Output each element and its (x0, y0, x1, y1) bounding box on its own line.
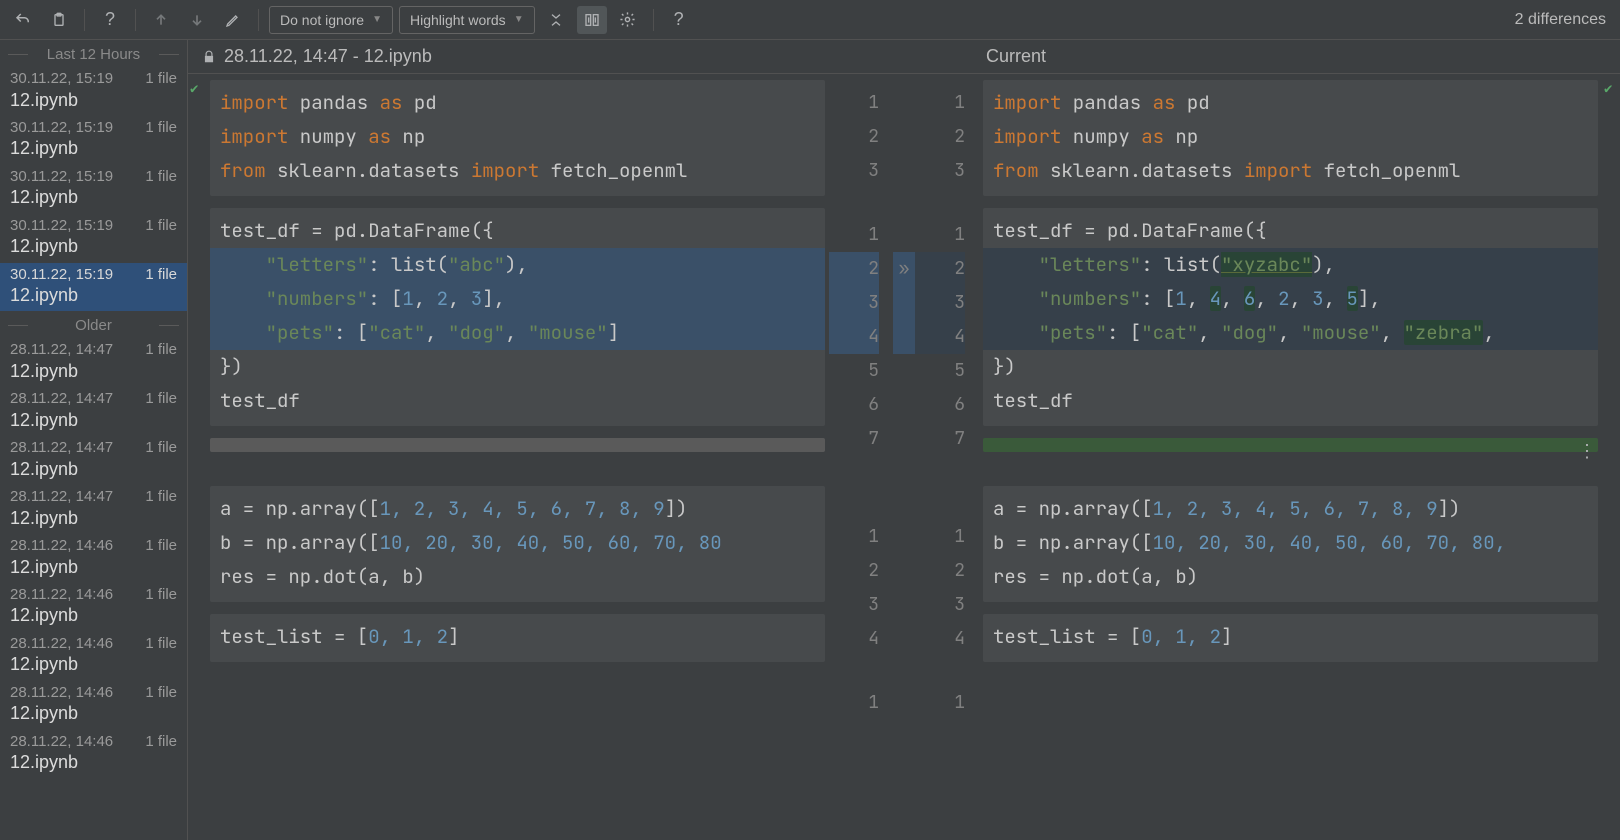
highlight-dropdown-label: Highlight words (410, 12, 506, 28)
diff-count: 2 differences (1515, 11, 1612, 29)
gear-icon[interactable] (613, 6, 643, 34)
separator (135, 9, 136, 31)
code-cell: import pandas as pd import numpy as np f… (210, 80, 825, 196)
right-pane-title: Current (986, 46, 1046, 66)
sidebar-header-older: Older (0, 311, 187, 338)
sidebar-header-recent: Last 12 Hours (0, 40, 187, 67)
undo-icon[interactable] (8, 6, 38, 34)
toolbar: ? Do not ignore ▼ Highlight words ▼ (0, 0, 1620, 40)
help-icon[interactable]: ? (664, 6, 694, 34)
code-cell: import pandas as pd import numpy as np f… (983, 80, 1598, 196)
collapse-icon[interactable] (541, 6, 571, 34)
code-cell: test_list = [0, 1, 2] (983, 614, 1598, 662)
lock-icon (202, 50, 216, 64)
code-cell: a = np.array([1, 2, 3, 4, 5, 6, 7, 8, 9]… (210, 486, 825, 602)
separator (258, 9, 259, 31)
history-item[interactable]: 28.11.22, 14:461 file12.ipynb (0, 681, 187, 730)
paste-icon[interactable] (44, 6, 74, 34)
code-cell: test_df = pd.DataFrame({ "letters": list… (983, 208, 1598, 426)
sync-scroll-icon[interactable] (577, 6, 607, 34)
cell-output-bar (210, 438, 825, 452)
separator (84, 9, 85, 31)
history-item[interactable]: 30.11.22, 15:191 file12.ipynb (0, 165, 187, 214)
right-line-gutter: 1 2 3 1 2 3 4 5 6 7 1 2 3 (915, 74, 979, 720)
history-item[interactable]: 28.11.22, 14:471 file12.ipynb (0, 436, 187, 485)
cell-output-bar (983, 438, 1598, 452)
edit-icon[interactable] (218, 6, 248, 34)
history-item[interactable]: 28.11.22, 14:461 file12.ipynb (0, 730, 187, 779)
diff-action-gutter: » (893, 74, 915, 720)
left-line-gutter: 1 2 3 1 2 3 4 5 6 7 1 2 3 (829, 74, 893, 720)
history-item[interactable]: 28.11.22, 14:471 file12.ipynb (0, 387, 187, 436)
history-item[interactable]: 30.11.22, 15:191 file12.ipynb (0, 263, 187, 312)
help-icon[interactable]: ? (95, 6, 125, 34)
history-item[interactable]: 28.11.22, 14:461 file12.ipynb (0, 632, 187, 681)
chevron-down-icon: ▼ (372, 14, 382, 25)
next-diff-icon[interactable] (182, 6, 212, 34)
history-item[interactable]: 30.11.22, 15:191 file12.ipynb (0, 67, 187, 116)
code-cell: test_list = [0, 1, 2] (210, 614, 825, 662)
left-pane-title: 28.11.22, 14:47 - 12.ipynb (224, 46, 432, 67)
history-item[interactable]: 28.11.22, 14:461 file12.ipynb (0, 534, 187, 583)
code-cell: a = np.array([1, 2, 3, 4, 5, 6, 7, 8, 9]… (983, 486, 1598, 602)
history-sidebar: Last 12 Hours 30.11.22, 15:191 file12.ip… (0, 40, 188, 840)
history-item[interactable]: 28.11.22, 14:461 file12.ipynb (0, 583, 187, 632)
history-item[interactable]: 28.11.22, 14:471 file12.ipynb (0, 485, 187, 534)
apply-diff-icon[interactable]: » (899, 257, 910, 280)
right-status-margin: ✔ (1602, 74, 1620, 720)
ignore-dropdown[interactable]: Do not ignore ▼ (269, 6, 393, 34)
highlight-dropdown[interactable]: Highlight words ▼ (399, 6, 535, 34)
separator (653, 9, 654, 31)
check-icon: ✔ (188, 74, 206, 104)
ignore-dropdown-label: Do not ignore (280, 12, 364, 28)
history-item[interactable]: 30.11.22, 15:191 file12.ipynb (0, 116, 187, 165)
pane-headers: 28.11.22, 14:47 - 12.ipynb Current (188, 40, 1620, 74)
prev-diff-icon[interactable] (146, 6, 176, 34)
history-item[interactable]: 30.11.22, 15:191 file12.ipynb (0, 214, 187, 263)
history-item[interactable]: 28.11.22, 14:471 file12.ipynb (0, 338, 187, 387)
left-code-pane[interactable]: import pandas as pd import numpy as np f… (206, 74, 829, 720)
chevron-down-icon: ▼ (514, 14, 524, 25)
code-cell: test_df = pd.DataFrame({ "letters": list… (210, 208, 825, 426)
left-status-margin: ✔ (188, 74, 206, 720)
more-icon[interactable]: ⋮ (1578, 440, 1594, 463)
check-icon: ✔ (1602, 74, 1620, 104)
right-code-pane[interactable]: import pandas as pd import numpy as np f… (979, 74, 1602, 720)
